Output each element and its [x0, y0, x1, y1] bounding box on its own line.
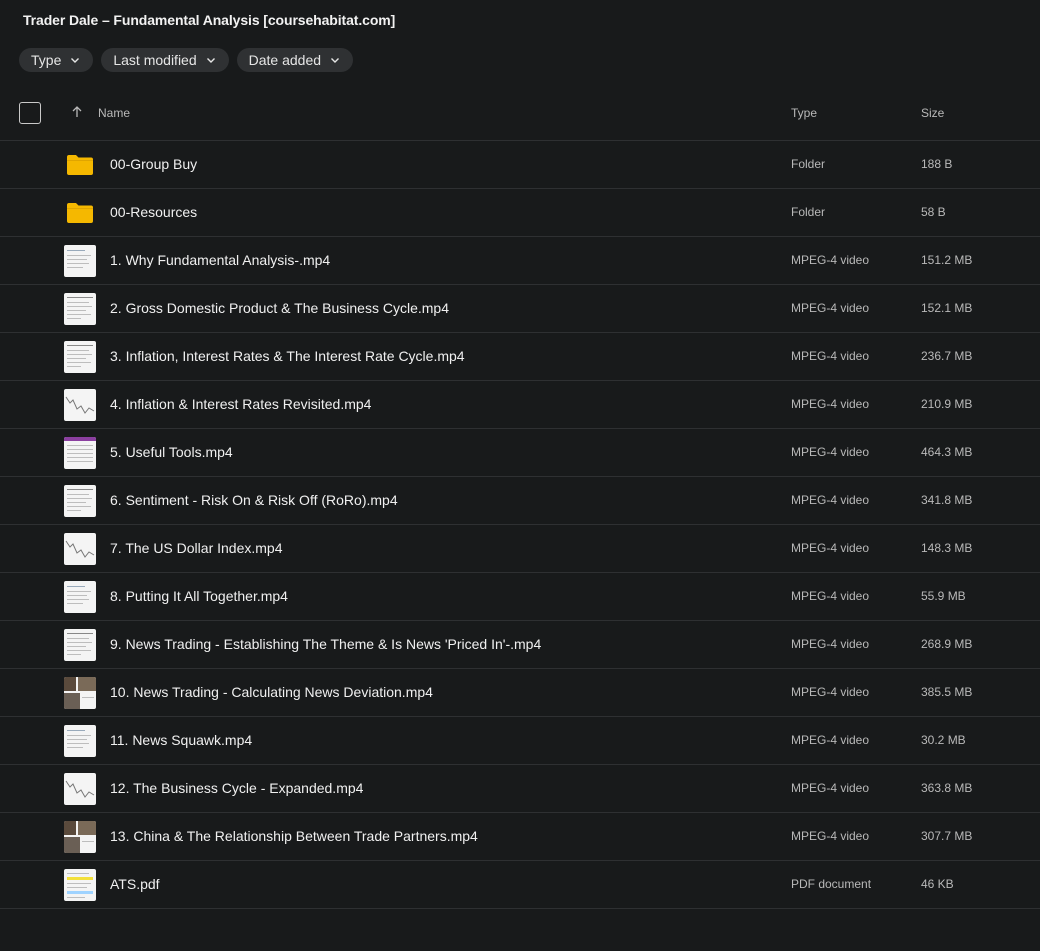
- file-name: ATS.pdf: [110, 876, 160, 892]
- file-name: 10. News Trading - Calculating News Devi…: [110, 684, 433, 700]
- video-thumbnail: [64, 245, 96, 277]
- file-name: 1. Why Fundamental Analysis-.mp4: [110, 252, 331, 268]
- file-row[interactable]: 5. Useful Tools.mp4 MPEG-4 video 464.3 MB: [0, 429, 1040, 477]
- video-thumbnail: [64, 725, 96, 757]
- file-row[interactable]: 12. The Business Cycle - Expanded.mp4 MPE…: [0, 765, 1040, 813]
- folder-icon: [66, 154, 94, 176]
- filter-type-chip[interactable]: Type: [19, 48, 94, 72]
- chevron-down-icon: [69, 54, 81, 66]
- file-type: MPEG-4 video: [791, 829, 870, 843]
- file-size: 55.9 MB: [921, 589, 966, 603]
- column-header-type[interactable]: Type: [791, 106, 817, 120]
- file-row[interactable]: 8. Putting It All Together.mp4 MPEG-4 vid…: [0, 573, 1040, 621]
- video-thumbnail: [64, 485, 96, 517]
- file-row[interactable]: ATS.pdf PDF document 46 KB: [0, 861, 1040, 909]
- file-type: PDF document: [791, 877, 872, 891]
- file-name: 3. Inflation, Interest Rates & The Inter…: [110, 348, 465, 364]
- file-size: 236.7 MB: [921, 349, 973, 363]
- file-row[interactable]: 3. Inflation, Interest Rates & The Inter…: [0, 333, 1040, 381]
- file-name: 7. The US Dollar Index.mp4: [110, 540, 283, 556]
- sort-ascending-icon[interactable]: [70, 105, 84, 119]
- file-row[interactable]: 7. The US Dollar Index.mp4 MPEG-4 video 14…: [0, 525, 1040, 573]
- file-type: MPEG-4 video: [791, 733, 870, 747]
- chevron-down-icon: [329, 54, 341, 66]
- file-name: 9. News Trading - Establishing The Theme…: [110, 636, 542, 652]
- file-size: 307.7 MB: [921, 829, 973, 843]
- file-name: 00-Resources: [110, 204, 198, 220]
- filter-date-added-label: Date added: [248, 52, 322, 68]
- file-name: 5. Useful Tools.mp4: [110, 444, 233, 460]
- file-type: MPEG-4 video: [791, 541, 870, 555]
- file-type: MPEG-4 video: [791, 349, 870, 363]
- file-size: 46 KB: [921, 877, 954, 891]
- file-type: MPEG-4 video: [791, 685, 870, 699]
- file-type: MPEG-4 video: [791, 589, 870, 603]
- table-header: Name Type Size: [0, 92, 1040, 141]
- chevron-down-icon: [205, 54, 217, 66]
- file-size: 148.3 MB: [921, 541, 973, 555]
- file-size: 152.1 MB: [921, 301, 973, 315]
- file-size: 385.5 MB: [921, 685, 973, 699]
- file-row[interactable]: 9. News Trading - Establishing The Theme…: [0, 621, 1040, 669]
- filter-last-modified-chip[interactable]: Last modified: [101, 48, 229, 72]
- filter-type-label: Type: [31, 52, 62, 68]
- file-row[interactable]: 10. News Trading - Calculating News Devi…: [0, 669, 1040, 717]
- file-size: 464.3 MB: [921, 445, 973, 459]
- select-all-checkbox[interactable]: [19, 102, 41, 124]
- file-type: Folder: [791, 205, 826, 219]
- file-name: 12. The Business Cycle - Expanded.mp4: [110, 780, 364, 796]
- file-size: 151.2 MB: [921, 253, 973, 267]
- file-name: 2. Gross Domestic Product & The Business…: [110, 300, 449, 316]
- column-header-name[interactable]: Name: [98, 106, 130, 120]
- file-type: MPEG-4 video: [791, 397, 870, 411]
- filter-last-modified-label: Last modified: [113, 52, 197, 68]
- file-size: 188 B: [921, 157, 953, 171]
- file-row[interactable]: 1. Why Fundamental Analysis-.mp4 MPEG-4 v…: [0, 237, 1040, 285]
- video-thumbnail: [64, 293, 96, 325]
- file-size: 210.9 MB: [921, 397, 973, 411]
- file-name: 11. News Squawk.mp4: [110, 732, 253, 748]
- file-row[interactable]: 00-Resources Folder 58 B: [0, 189, 1040, 237]
- folder-icon: [66, 202, 94, 224]
- file-type: Folder: [791, 157, 826, 171]
- file-name: 6. Sentiment - Risk On & Risk Off (RoRo)…: [110, 492, 398, 508]
- file-type: MPEG-4 video: [791, 781, 870, 795]
- file-row[interactable]: 11. News Squawk.mp4 MPEG-4 video 30.2 MB: [0, 717, 1040, 765]
- file-type: MPEG-4 video: [791, 493, 870, 507]
- file-row[interactable]: 6. Sentiment - Risk On & Risk Off (RoRo)…: [0, 477, 1040, 525]
- file-name: 4. Inflation & Interest Rates Revisited.…: [110, 396, 372, 412]
- video-thumbnail: [64, 437, 96, 469]
- file-size: 58 B: [921, 205, 946, 219]
- file-type: MPEG-4 video: [791, 445, 870, 459]
- pdf-thumbnail: [64, 869, 96, 901]
- file-type: MPEG-4 video: [791, 301, 870, 315]
- file-name: 8. Putting It All Together.mp4: [110, 588, 288, 604]
- video-thumbnail: [64, 533, 96, 565]
- file-row[interactable]: 00-Group Buy Folder 188 B: [0, 141, 1040, 189]
- video-thumbnail: [64, 389, 96, 421]
- file-row[interactable]: 4. Inflation & Interest Rates Revisited.…: [0, 381, 1040, 429]
- file-row[interactable]: 2. Gross Domestic Product & The Business…: [0, 285, 1040, 333]
- file-size: 341.8 MB: [921, 493, 973, 507]
- video-thumbnail: [64, 629, 96, 661]
- file-list: 00-Group Buy Folder 188 B 00-Resources Folde…: [0, 141, 1040, 909]
- column-header-size[interactable]: Size: [921, 106, 944, 120]
- file-row[interactable]: 13. China & The Relationship Between Tra…: [0, 813, 1040, 861]
- file-type: MPEG-4 video: [791, 253, 870, 267]
- file-type: MPEG-4 video: [791, 637, 870, 651]
- video-thumbnail: [64, 773, 96, 805]
- video-thumbnail: [64, 821, 96, 853]
- file-size: 268.9 MB: [921, 637, 973, 651]
- filter-date-added-chip[interactable]: Date added: [236, 48, 354, 72]
- video-thumbnail: [64, 341, 96, 373]
- video-thumbnail: [64, 677, 96, 709]
- folder-title: Trader Dale – Fundamental Analysis [cour…: [23, 12, 396, 28]
- file-size: 363.8 MB: [921, 781, 973, 795]
- file-name: 00-Group Buy: [110, 156, 198, 172]
- file-size: 30.2 MB: [921, 733, 966, 747]
- video-thumbnail: [64, 581, 96, 613]
- filter-bar: Type Last modified Date added: [19, 48, 354, 72]
- file-name: 13. China & The Relationship Between Tra…: [110, 828, 478, 844]
